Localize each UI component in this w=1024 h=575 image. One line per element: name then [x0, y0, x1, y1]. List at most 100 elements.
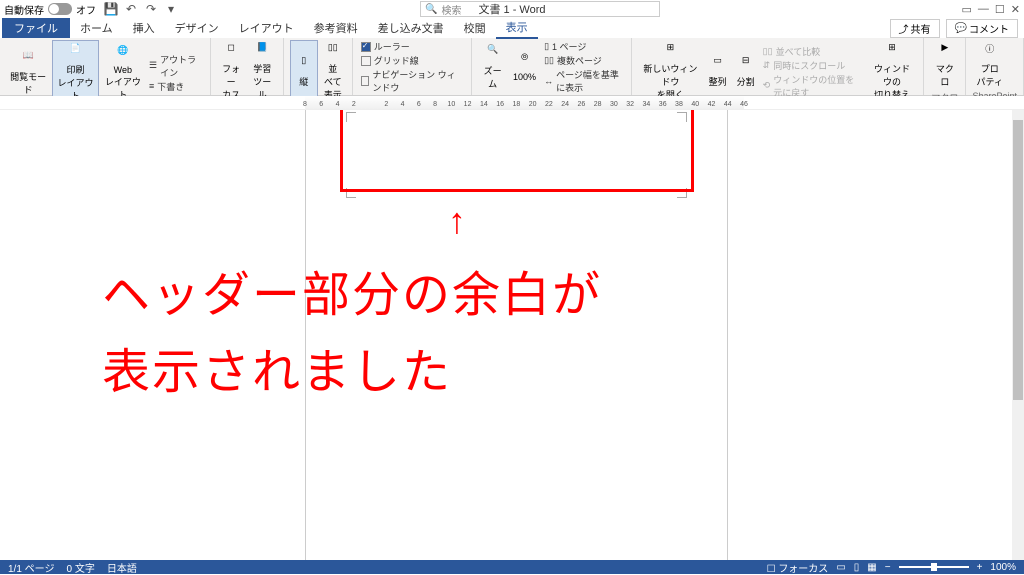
ruler-number: 40: [691, 101, 699, 108]
ruler-number: 28: [594, 101, 602, 108]
title-actions: ⤴共有 💬コメント: [890, 19, 1018, 38]
learning-icon: 📘: [253, 42, 271, 60]
arrange-button[interactable]: ▭整列: [705, 40, 731, 103]
ruler-number: 44: [724, 101, 732, 108]
compare-button: ▯▯並べて比較: [763, 45, 863, 58]
outline-button[interactable]: ☰アウトライン: [149, 53, 202, 79]
zoom-slider[interactable]: [899, 566, 969, 568]
properties-button[interactable]: ⓘプロ パティ: [972, 40, 1006, 90]
ruler-number: 20: [529, 101, 537, 108]
group-macros: ▶マクロ マクロ: [924, 38, 966, 95]
tab-insert[interactable]: 挿入: [123, 18, 165, 38]
outline-icon: ☰: [149, 60, 157, 71]
autosave-toggle[interactable]: 自動保存 オフ: [4, 2, 96, 17]
margin-mark: [677, 188, 687, 198]
view-web-icon[interactable]: ▦: [867, 562, 876, 573]
annotation-line2: 表示されました: [102, 335, 602, 412]
checkbox-icon: [361, 76, 370, 86]
toggle-switch[interactable]: [48, 3, 72, 15]
share-button[interactable]: ⤴共有: [890, 19, 940, 38]
search-icon: 🔍: [425, 4, 437, 15]
ruler-scale: 8642246810121416182022242628303234363840…: [305, 96, 744, 109]
ruler-number: 2: [352, 101, 356, 108]
zoom-icon: 🔍: [484, 44, 502, 62]
undo-icon[interactable]: ↶: [124, 2, 138, 16]
draft-icon: ≡: [149, 81, 154, 91]
tab-review[interactable]: 校閲: [454, 18, 496, 38]
annotation-arrow: ↑: [448, 200, 466, 242]
split-button[interactable]: ⊟分割: [733, 40, 759, 103]
multipage-button[interactable]: ▯▯複数ページ: [544, 54, 623, 67]
ruler-number: 6: [319, 101, 323, 108]
draft-button[interactable]: ≡下書き: [149, 80, 202, 93]
focus-icon: ◻: [222, 42, 240, 60]
autosave-state: オフ: [76, 2, 96, 17]
ruler-number: 32: [626, 101, 634, 108]
ruler-number: 30: [610, 101, 618, 108]
scrollbar-thumb[interactable]: [1013, 120, 1023, 400]
gridlines-checkbox[interactable]: グリッド線: [361, 54, 464, 67]
zoom-out-icon[interactable]: −: [885, 562, 891, 573]
group-show: ルーラー グリッド線 ナビゲーション ウィンドウ 表示: [353, 38, 473, 95]
ruler-number: 10: [447, 101, 455, 108]
switch-window-button[interactable]: ⊞ウィンドウの 切り替え: [867, 40, 917, 103]
share-icon: ⤴: [899, 21, 909, 36]
tab-design[interactable]: デザイン: [165, 18, 229, 38]
comment-button[interactable]: 💬コメント: [946, 19, 1018, 38]
save-icon[interactable]: 💾: [104, 2, 118, 16]
minimize-icon[interactable]: —: [978, 3, 989, 16]
zoom-in-icon[interactable]: +: [977, 562, 983, 573]
margin-mark: [346, 188, 356, 198]
focus-button[interactable]: ◻フォー カス: [217, 40, 246, 103]
ruler-number: 26: [578, 101, 586, 108]
horizontal-ruler[interactable]: 8642246810121416182022242628303234363840…: [0, 96, 1024, 110]
tab-mail[interactable]: 差し込み文書: [368, 18, 454, 38]
group-zoom: 🔍ズーム ⦾100% ▯1 ページ ▯▯複数ページ ↔ページ幅を基準に表示 ズー…: [472, 38, 632, 95]
switch-icon: ⊞: [883, 42, 901, 60]
ruler-number: 24: [561, 101, 569, 108]
hundred-pct-button[interactable]: ⦾100%: [509, 40, 540, 94]
ruler-checkbox[interactable]: ルーラー: [361, 40, 464, 53]
sidebyside-icon: ▯▯: [324, 42, 342, 60]
qat-dropdown-icon[interactable]: ▾: [164, 2, 178, 16]
search-bar[interactable]: 🔍 検索: [420, 1, 660, 17]
view-print-icon[interactable]: ▯: [854, 562, 860, 573]
new-window-button[interactable]: ⊞新しいウィンドウ を開く: [638, 40, 703, 103]
view-read-icon[interactable]: ▭: [836, 562, 845, 573]
ruler-number: 14: [480, 101, 488, 108]
close-icon[interactable]: ✕: [1011, 3, 1020, 16]
vertical-scrollbar[interactable]: [1012, 110, 1024, 560]
page-count[interactable]: 1/1 ページ: [8, 560, 54, 575]
redo-icon[interactable]: ↷: [144, 2, 158, 16]
macros-icon: ▶: [936, 42, 954, 60]
comment-icon: 💬: [955, 23, 967, 34]
ribbon-display-icon[interactable]: ▭: [962, 3, 972, 16]
margin-mark: [677, 112, 687, 122]
sidebyside-button[interactable]: ▯▯並べて 表示: [320, 40, 346, 103]
ruler-number: 38: [675, 101, 683, 108]
macros-button[interactable]: ▶マクロ: [930, 40, 959, 90]
ruler-number: 18: [512, 101, 520, 108]
ruler-number: 4: [401, 101, 405, 108]
language[interactable]: 日本語: [107, 560, 137, 575]
tab-home[interactable]: ホーム: [70, 18, 123, 38]
zoom-level[interactable]: 100%: [990, 562, 1016, 573]
tab-view[interactable]: 表示: [496, 17, 538, 39]
pagewidth-button[interactable]: ↔ページ幅を基準に表示: [544, 68, 623, 94]
tab-file[interactable]: ファイル: [2, 18, 70, 38]
navpane-checkbox[interactable]: ナビゲーション ウィンドウ: [361, 68, 464, 94]
tab-references[interactable]: 参考資料: [304, 18, 368, 38]
maximize-icon[interactable]: ☐: [995, 3, 1005, 16]
search-placeholder: 検索: [441, 2, 461, 17]
ruler-number: 12: [464, 101, 472, 108]
learning-tools-button[interactable]: 📘学習 ツール: [248, 40, 277, 103]
annotation-text: ヘッダー部分の余白が 表示されました: [102, 258, 602, 412]
onepage-button[interactable]: ▯1 ページ: [544, 40, 623, 53]
tab-layout[interactable]: レイアウト: [229, 18, 304, 38]
zoom-button[interactable]: 🔍ズーム: [478, 40, 507, 94]
group-window: ⊞新しいウィンドウ を開く ▭整列 ⊟分割 ▯▯並べて比較 ⇵同時にスクロール …: [632, 38, 924, 95]
reset-icon: ⟲: [763, 80, 771, 91]
vertical-button[interactable]: ▯縦: [290, 40, 318, 103]
focus-mode[interactable]: ☐ フォーカス: [767, 560, 829, 575]
word-count[interactable]: 0 文字: [66, 560, 94, 575]
